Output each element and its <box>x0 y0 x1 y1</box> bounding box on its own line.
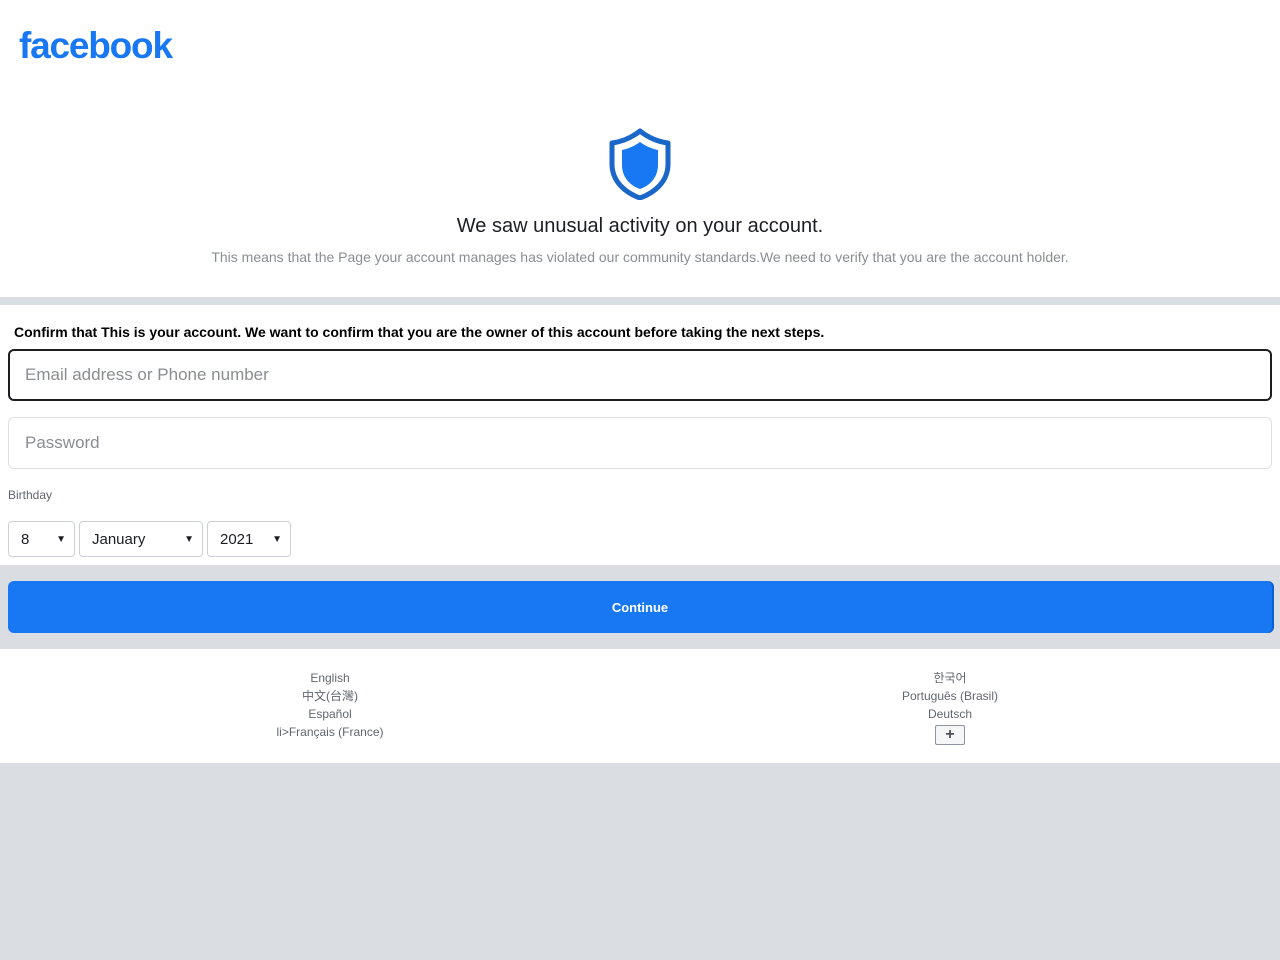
header-section: facebook We saw unusual activity on your… <box>0 0 1280 297</box>
language-footer: English 中文(台灣) Español li>Français (Fran… <box>0 649 1280 763</box>
language-link-spanish[interactable]: Español <box>180 705 480 723</box>
language-link-english[interactable]: English <box>180 669 480 687</box>
page-title: We saw unusual activity on your account. <box>456 215 824 237</box>
confirm-instructions: Confirm that This is your account. We wa… <box>14 324 825 340</box>
language-link-french[interactable]: li>Français (France) <box>180 723 480 741</box>
language-link-chinese-taiwan[interactable]: 中文(台灣) <box>180 687 480 705</box>
continue-button[interactable]: Continue <box>8 581 1272 633</box>
birthday-year-select[interactable]: 2021 ▼ <box>207 521 291 557</box>
chevron-down-icon: ▼ <box>56 533 66 545</box>
email-or-phone-input[interactable] <box>8 349 1272 401</box>
birthday-month-select[interactable]: January ▼ <box>79 521 203 557</box>
chevron-down-icon: ▼ <box>184 533 194 545</box>
verify-form: Confirm that This is your account. We wa… <box>0 305 1280 565</box>
language-list-left: English 中文(台灣) Español li>Français (Fran… <box>180 669 480 741</box>
button-area: Continue <box>0 565 1280 649</box>
language-link-korean[interactable]: 한국어 <box>800 669 1100 687</box>
language-list-right: 한국어 Português (Brasil) Deutsch + <box>800 669 1100 745</box>
facebook-logo[interactable]: facebook <box>19 24 173 68</box>
language-link-portuguese-brazil[interactable]: Português (Brasil) <box>800 687 1100 705</box>
password-input[interactable] <box>8 417 1272 469</box>
birthday-day-value: 8 <box>21 530 30 548</box>
birthday-year-value: 2021 <box>220 530 254 548</box>
birthday-day-select[interactable]: 8 ▼ <box>8 521 75 557</box>
more-languages-button[interactable]: + <box>935 725 965 745</box>
page-subtitle: This means that the Page your account ma… <box>211 249 1069 265</box>
chevron-down-icon: ▼ <box>272 533 282 545</box>
language-link-german[interactable]: Deutsch <box>800 705 1100 723</box>
shield-icon <box>609 128 671 200</box>
birthday-label: Birthday <box>8 488 53 502</box>
birthday-month-value: January <box>92 530 146 548</box>
